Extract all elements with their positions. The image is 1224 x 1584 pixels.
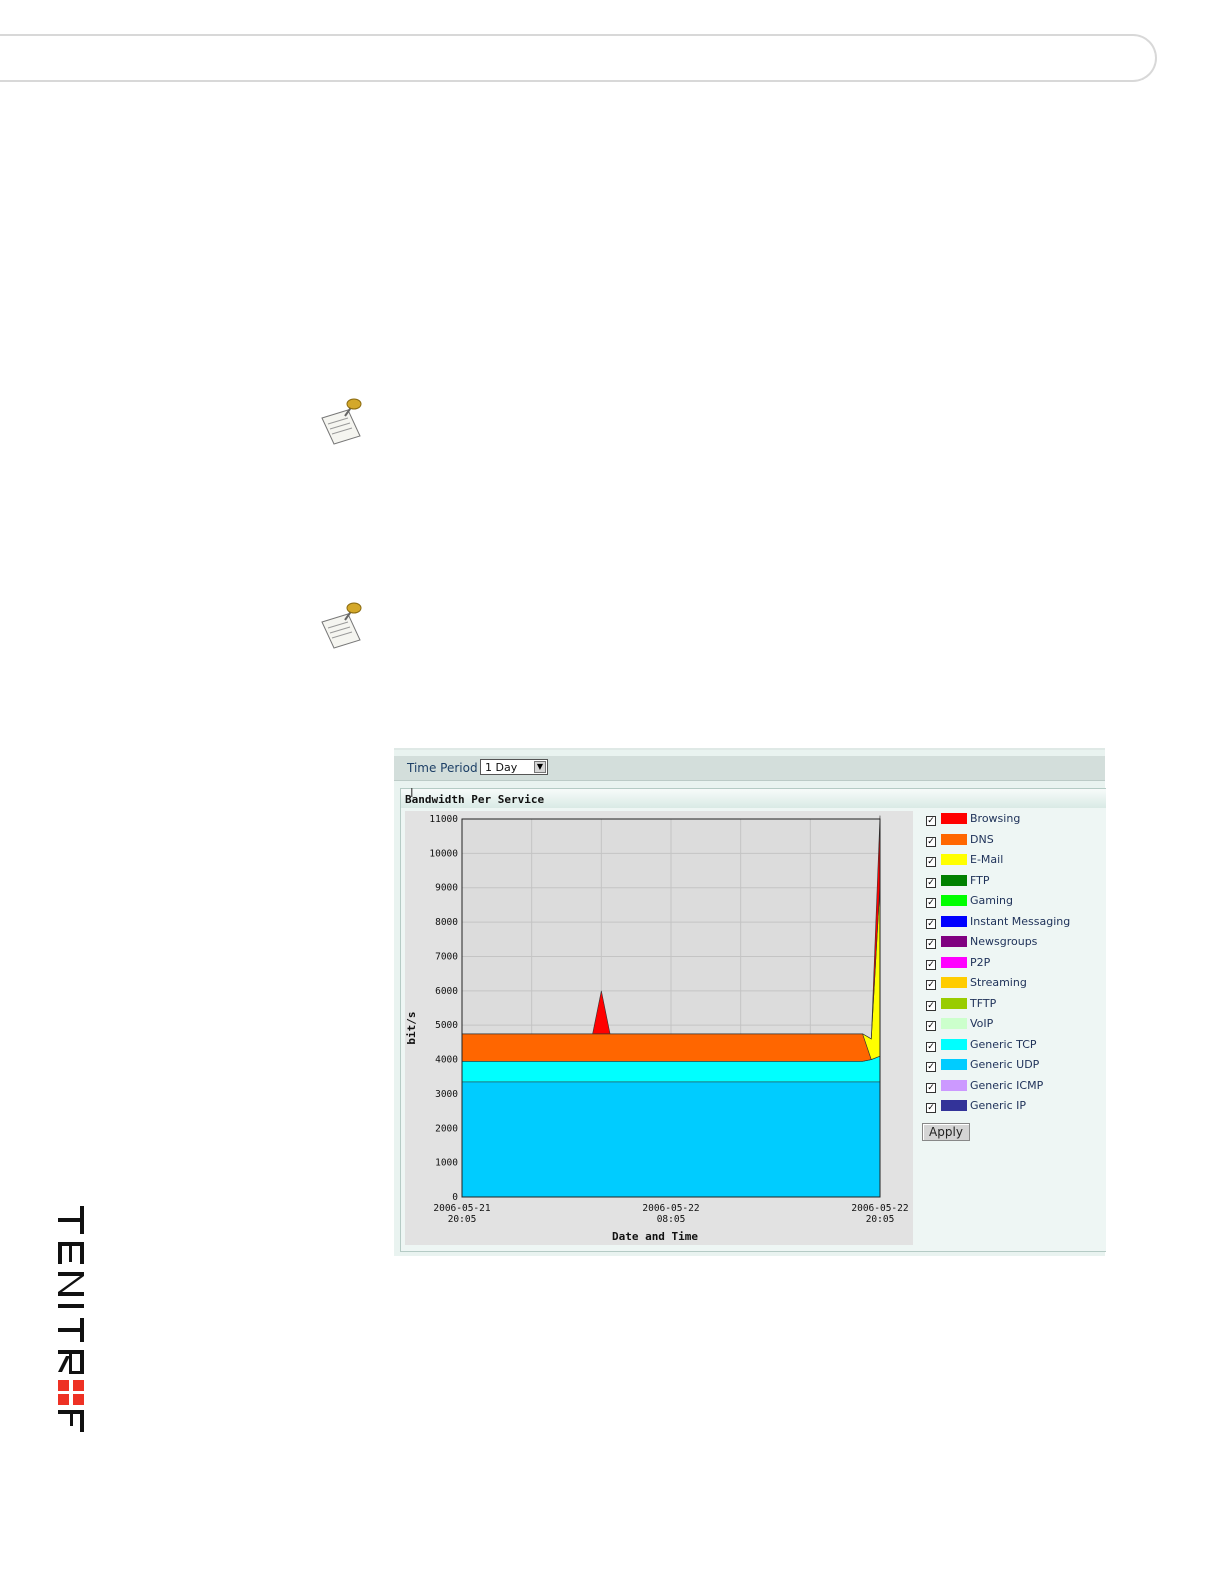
- legend-item: ✓ P2P: [926, 955, 1106, 973]
- text-cursor-icon: I: [410, 786, 414, 800]
- legend-checkbox[interactable]: ✓: [926, 1021, 936, 1031]
- y-tick-label: 7000: [435, 951, 458, 962]
- legend-label: Generic IP: [970, 1099, 1027, 1112]
- legend-swatch: [941, 854, 967, 865]
- time-period-toolbar: Time Period 1 Day ▼: [394, 756, 1105, 781]
- legend-swatch: [941, 1100, 967, 1111]
- legend-swatch: [941, 895, 967, 906]
- x-tick-date: 2006-05-22: [642, 1203, 699, 1214]
- legend-checkbox[interactable]: ✓: [926, 877, 936, 888]
- y-axis-title: bit/s: [405, 1011, 418, 1044]
- legend-label: FTP: [970, 873, 990, 887]
- y-tick-label: 10000: [429, 848, 458, 859]
- legend-label: Browsing: [970, 812, 1021, 825]
- legend-checkbox[interactable]: ✓: [926, 857, 936, 867]
- legend-swatch: [941, 813, 967, 824]
- section-title-bar: Bandwidth Per Service: [401, 789, 1106, 808]
- legend-checkbox[interactable]: ✓: [926, 1082, 936, 1093]
- legend-swatch: [941, 1079, 967, 1091]
- series-area: [461, 1033, 881, 1062]
- legend-checkbox[interactable]: ✓: [926, 1062, 936, 1072]
- time-period-value: 1 Day: [485, 761, 518, 774]
- y-tick-label: 1000: [435, 1158, 458, 1169]
- legend-checkbox[interactable]: ✓: [926, 1041, 936, 1052]
- legend-item: ✓ Generic TCP: [926, 1037, 1106, 1055]
- legend-label: Streaming: [970, 976, 1027, 989]
- legend-label: Generic TCP: [970, 1037, 1037, 1051]
- legend-label: VoIP: [970, 1017, 994, 1030]
- y-tick-label: 0: [452, 1192, 458, 1203]
- x-tick-date: 2006-05-22: [851, 1203, 908, 1214]
- legend-checkbox[interactable]: ✓: [926, 959, 936, 970]
- x-tick-time: 20:05: [448, 1214, 477, 1225]
- y-tick-label: 6000: [435, 986, 458, 997]
- legend-item: ✓ Browsing: [926, 812, 1106, 829]
- bandwidth-per-service-section: Bandwidth Per Service 0 1000 2000 3000 4000 5…: [400, 788, 1106, 1252]
- y-tick-label: 5000: [435, 1020, 458, 1031]
- legend-checkbox[interactable]: ✓: [926, 836, 936, 847]
- x-tick-time: 08:05: [657, 1214, 686, 1225]
- bandwidth-chart: 0 1000 2000 3000 4000 5000 6000 7000 8000 9000 100…: [405, 814, 909, 1243]
- legend-label: DNS: [970, 832, 994, 846]
- legend-swatch: [941, 1038, 967, 1050]
- legend-checkbox[interactable]: ✓: [926, 898, 936, 908]
- legend-checkbox[interactable]: ✓: [926, 1000, 936, 1011]
- legend-item: ✓ Streaming: [926, 976, 1106, 993]
- y-tick-label: 8000: [435, 917, 458, 928]
- y-tick-label: 4000: [435, 1055, 458, 1066]
- legend-swatch: [941, 956, 967, 968]
- apply-button[interactable]: Apply: [922, 1123, 970, 1141]
- page-header-bar: [0, 34, 1157, 82]
- legend-item: ✓ Generic UDP: [926, 1058, 1106, 1075]
- x-tick-date: 2006-05-21: [433, 1203, 490, 1214]
- legend-item: ✓ Generic ICMP: [926, 1078, 1106, 1096]
- y-tick-label: 11000: [429, 814, 458, 825]
- legend-swatch: [941, 997, 967, 1009]
- legend-item: ✓ Newsgroups: [926, 935, 1106, 952]
- legend-checkbox[interactable]: ✓: [926, 1103, 936, 1113]
- y-tick-label: 9000: [435, 883, 458, 894]
- y-tick-label: 2000: [435, 1123, 458, 1134]
- legend-item: ✓ Gaming: [926, 894, 1106, 911]
- x-tick-time: 20:05: [866, 1214, 895, 1225]
- legend-item: ✓ DNS: [926, 832, 1106, 850]
- legend-label: Instant Messaging: [970, 914, 1071, 928]
- legend-item: ✓ Generic IP: [926, 1099, 1106, 1116]
- legend-swatch: [941, 915, 967, 927]
- legend-label: P2P: [970, 955, 991, 969]
- legend-swatch: [941, 874, 967, 886]
- legend-label: Gaming: [970, 894, 1013, 907]
- legend-label: Generic ICMP: [970, 1078, 1044, 1092]
- chevron-down-icon[interactable]: ▼: [534, 761, 546, 773]
- legend-checkbox[interactable]: ✓: [926, 980, 936, 990]
- legend-item: ✓ Instant Messaging: [926, 914, 1106, 932]
- legend-label: Newsgroups: [970, 935, 1038, 948]
- series-area: [461, 1081, 881, 1198]
- legend-label: Generic UDP: [970, 1058, 1040, 1071]
- legend-item: ✓ E-Mail: [926, 853, 1106, 870]
- legend-swatch: [941, 1059, 967, 1070]
- fortinet-logo: [58, 1206, 84, 1432]
- legend-checkbox[interactable]: ✓: [926, 918, 936, 929]
- section-title: Bandwidth Per Service: [405, 793, 545, 806]
- legend-item: ✓ FTP: [926, 873, 1106, 891]
- y-tick-label: 3000: [435, 1089, 458, 1100]
- legend-item: ✓ TFTP: [926, 996, 1106, 1014]
- chart-area: 0 1000 2000 3000 4000 5000 6000 7000 8000 9000 100…: [405, 811, 913, 1245]
- legend-swatch: [941, 977, 967, 988]
- legend-swatch: [941, 833, 967, 845]
- legend-swatch: [941, 1018, 967, 1029]
- note-pushpin-icon: [321, 398, 362, 445]
- legend-item: ✓ VoIP: [926, 1017, 1106, 1034]
- x-axis-title: Date and Time: [612, 1230, 698, 1243]
- time-period-label: Time Period: [407, 761, 478, 775]
- legend-checkbox[interactable]: ✓: [926, 816, 936, 826]
- legend-label: E-Mail: [970, 853, 1004, 866]
- legend-checkbox[interactable]: ✓: [926, 939, 936, 949]
- legend-label: TFTP: [970, 996, 997, 1010]
- time-period-select[interactable]: 1 Day ▼: [480, 759, 548, 775]
- bandwidth-panel: Time Period 1 Day ▼ Bandwidth Per Servic…: [394, 748, 1106, 1256]
- note-pushpin-icon: [321, 602, 362, 649]
- legend-swatch: [941, 936, 967, 947]
